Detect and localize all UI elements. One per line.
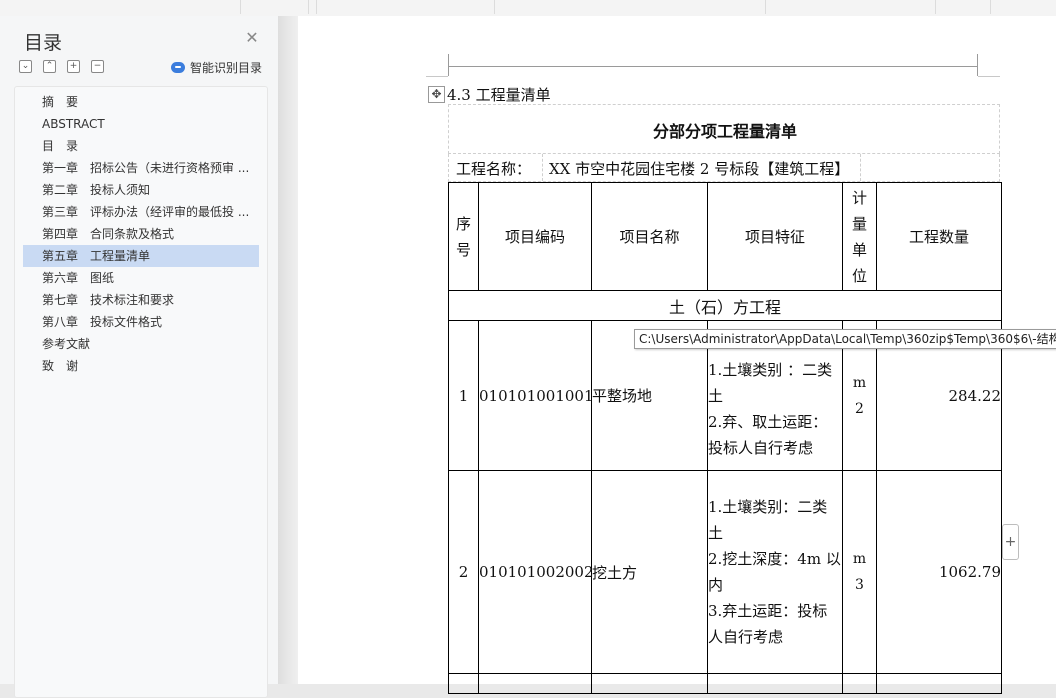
- project-value: XX 市空中花园住宅楼 2 号标段【建筑工程】: [549, 160, 850, 178]
- cell-code: 010101002002: [478, 470, 594, 674]
- toc-sidebar: 目录 ✕ ⌄ ⌃ + − 智能识别目录 摘 要 ABSTRACT 目 录 第一章…: [0, 16, 278, 698]
- table-move-icon[interactable]: ✥: [428, 85, 445, 103]
- table-header-row: 序号 项目编码 项目名称 项目特征 计量单位 工程数量: [448, 182, 1002, 291]
- margin-mark: [426, 76, 448, 77]
- table-title-cell: 分部分项工程量清单: [448, 104, 1000, 154]
- margin-mark: [448, 54, 449, 76]
- smart-toc-icon: [171, 61, 185, 73]
- file-path-tooltip: C:\Users\Administrator\AppData\Local\Tem…: [634, 329, 1056, 349]
- toc-item-active[interactable]: 第五章 工程量清单: [23, 245, 259, 267]
- project-label: 工程名称：: [456, 160, 532, 178]
- ruler-tick: [935, 0, 936, 14]
- toc-item[interactable]: 参考文献: [23, 333, 259, 355]
- close-icon[interactable]: ✕: [244, 30, 260, 46]
- toc-item[interactable]: 目 录: [23, 135, 259, 157]
- ruler-tick: [240, 0, 241, 14]
- cell-feature: 1.土壤类别：二类土 2.挖土深度：4m 以内 3.弃土运距：投标人自行考虑: [707, 470, 843, 674]
- toc-item[interactable]: 第一章 招标公告（未进行资格预审 ...: [23, 157, 259, 179]
- smart-toc-label: 智能识别目录: [190, 60, 263, 75]
- section-heading: 4.3 工程量清单: [447, 85, 551, 104]
- document-page[interactable]: ✥ 4.3 工程量清单 分部分项工程量清单 工程名称： XX 市空中花园住宅楼 …: [298, 16, 1056, 694]
- toc-item[interactable]: 第二章 投标人须知: [23, 179, 259, 201]
- header-line: [448, 66, 978, 67]
- ruler-tick: [316, 0, 317, 14]
- cell-unit-text: m2: [852, 374, 867, 417]
- cell-name: 挖土方: [591, 470, 708, 674]
- cell-index: 1: [448, 320, 479, 471]
- collapse-all-icon[interactable]: ⌄: [19, 60, 32, 73]
- toc-item[interactable]: 致 谢: [23, 355, 259, 377]
- remove-level-icon[interactable]: −: [91, 60, 104, 73]
- toc-item[interactable]: 摘 要: [23, 91, 259, 113]
- sidebar-title: 目录: [24, 32, 63, 54]
- smart-toc-button[interactable]: 智能识别目录: [171, 59, 262, 75]
- cell-quantity: 1062.79: [876, 470, 1002, 674]
- project-name-row: 工程名称： XX 市空中花园住宅楼 2 号标段【建筑工程】: [448, 154, 1000, 182]
- cell-divider: [860, 154, 861, 181]
- toc-item[interactable]: 第八章 投标文件格式: [23, 311, 259, 333]
- cell-divider: [542, 154, 543, 181]
- ruler-tick: [765, 0, 766, 14]
- col-header-index: 序号: [448, 182, 479, 291]
- feature-line: 2.挖土深度：4m 以内: [708, 550, 841, 594]
- cell-code: 010101001001: [478, 320, 594, 471]
- feature-line: 3.弃土运距：投标人自行考虑: [708, 602, 828, 646]
- cell-unit-text: m3: [852, 551, 867, 593]
- cell-unit: m3: [842, 470, 877, 674]
- col-header-index-text: 序号: [455, 214, 471, 259]
- col-header-code: 项目编码: [478, 182, 592, 291]
- col-header-quantity: 工程数量: [876, 182, 1002, 291]
- cell-index: 2: [448, 470, 479, 674]
- table-title: 分部分项工程量清单: [652, 122, 797, 141]
- expand-up-icon[interactable]: ⌃: [43, 60, 56, 73]
- col-header-unit-text: 计量单位: [851, 188, 867, 285]
- col-header-feature: 项目特征: [707, 182, 843, 291]
- toc-item[interactable]: 第六章 图纸: [23, 267, 259, 289]
- toc-item[interactable]: 第七章 技术标注和要求: [23, 289, 259, 311]
- toc-list: 摘 要 ABSTRACT 目 录 第一章 招标公告（未进行资格预审 ... 第二…: [14, 86, 268, 698]
- ruler-tick: [990, 0, 991, 14]
- margin-mark: [978, 76, 1000, 77]
- feature-line: 1.土壤类别：二类土: [708, 498, 828, 542]
- ruler-tick: [494, 0, 495, 14]
- toc-item[interactable]: ABSTRACT: [23, 113, 259, 135]
- feature-line: 1.土壤类别 ：二类土: [708, 360, 833, 405]
- table-row: 2 010101002002 挖土方 1.土壤类别：二类土 2.挖土深度：4m …: [448, 470, 1002, 674]
- group-row-label: 土（石）方工程: [448, 290, 1002, 321]
- ruler-tick: [308, 0, 309, 14]
- top-toolbar-strip: [0, 0, 1056, 17]
- add-level-icon[interactable]: +: [67, 60, 80, 73]
- feature-line: 2.弃、取土运距：投标人自行考虑: [708, 412, 828, 457]
- margin-mark: [977, 54, 978, 76]
- toc-item[interactable]: 第四章 合同条款及格式: [23, 223, 259, 245]
- section-heading-row: ✥ 4.3 工程量清单: [428, 84, 551, 104]
- col-header-name: 项目名称: [591, 182, 708, 291]
- sidebar-splitter[interactable]: [278, 16, 298, 684]
- add-column-icon[interactable]: +: [1002, 524, 1019, 560]
- toc-item[interactable]: 第三章 评标办法（经评审的最低投 ...: [23, 201, 259, 223]
- col-header-unit: 计量单位: [842, 182, 877, 291]
- bill-of-quantities-table: 序号 项目编码 项目名称 项目特征 计量单位 工程数量 土（石）方工程 1 01…: [448, 182, 1002, 694]
- group-row: 土（石）方工程: [448, 290, 1002, 321]
